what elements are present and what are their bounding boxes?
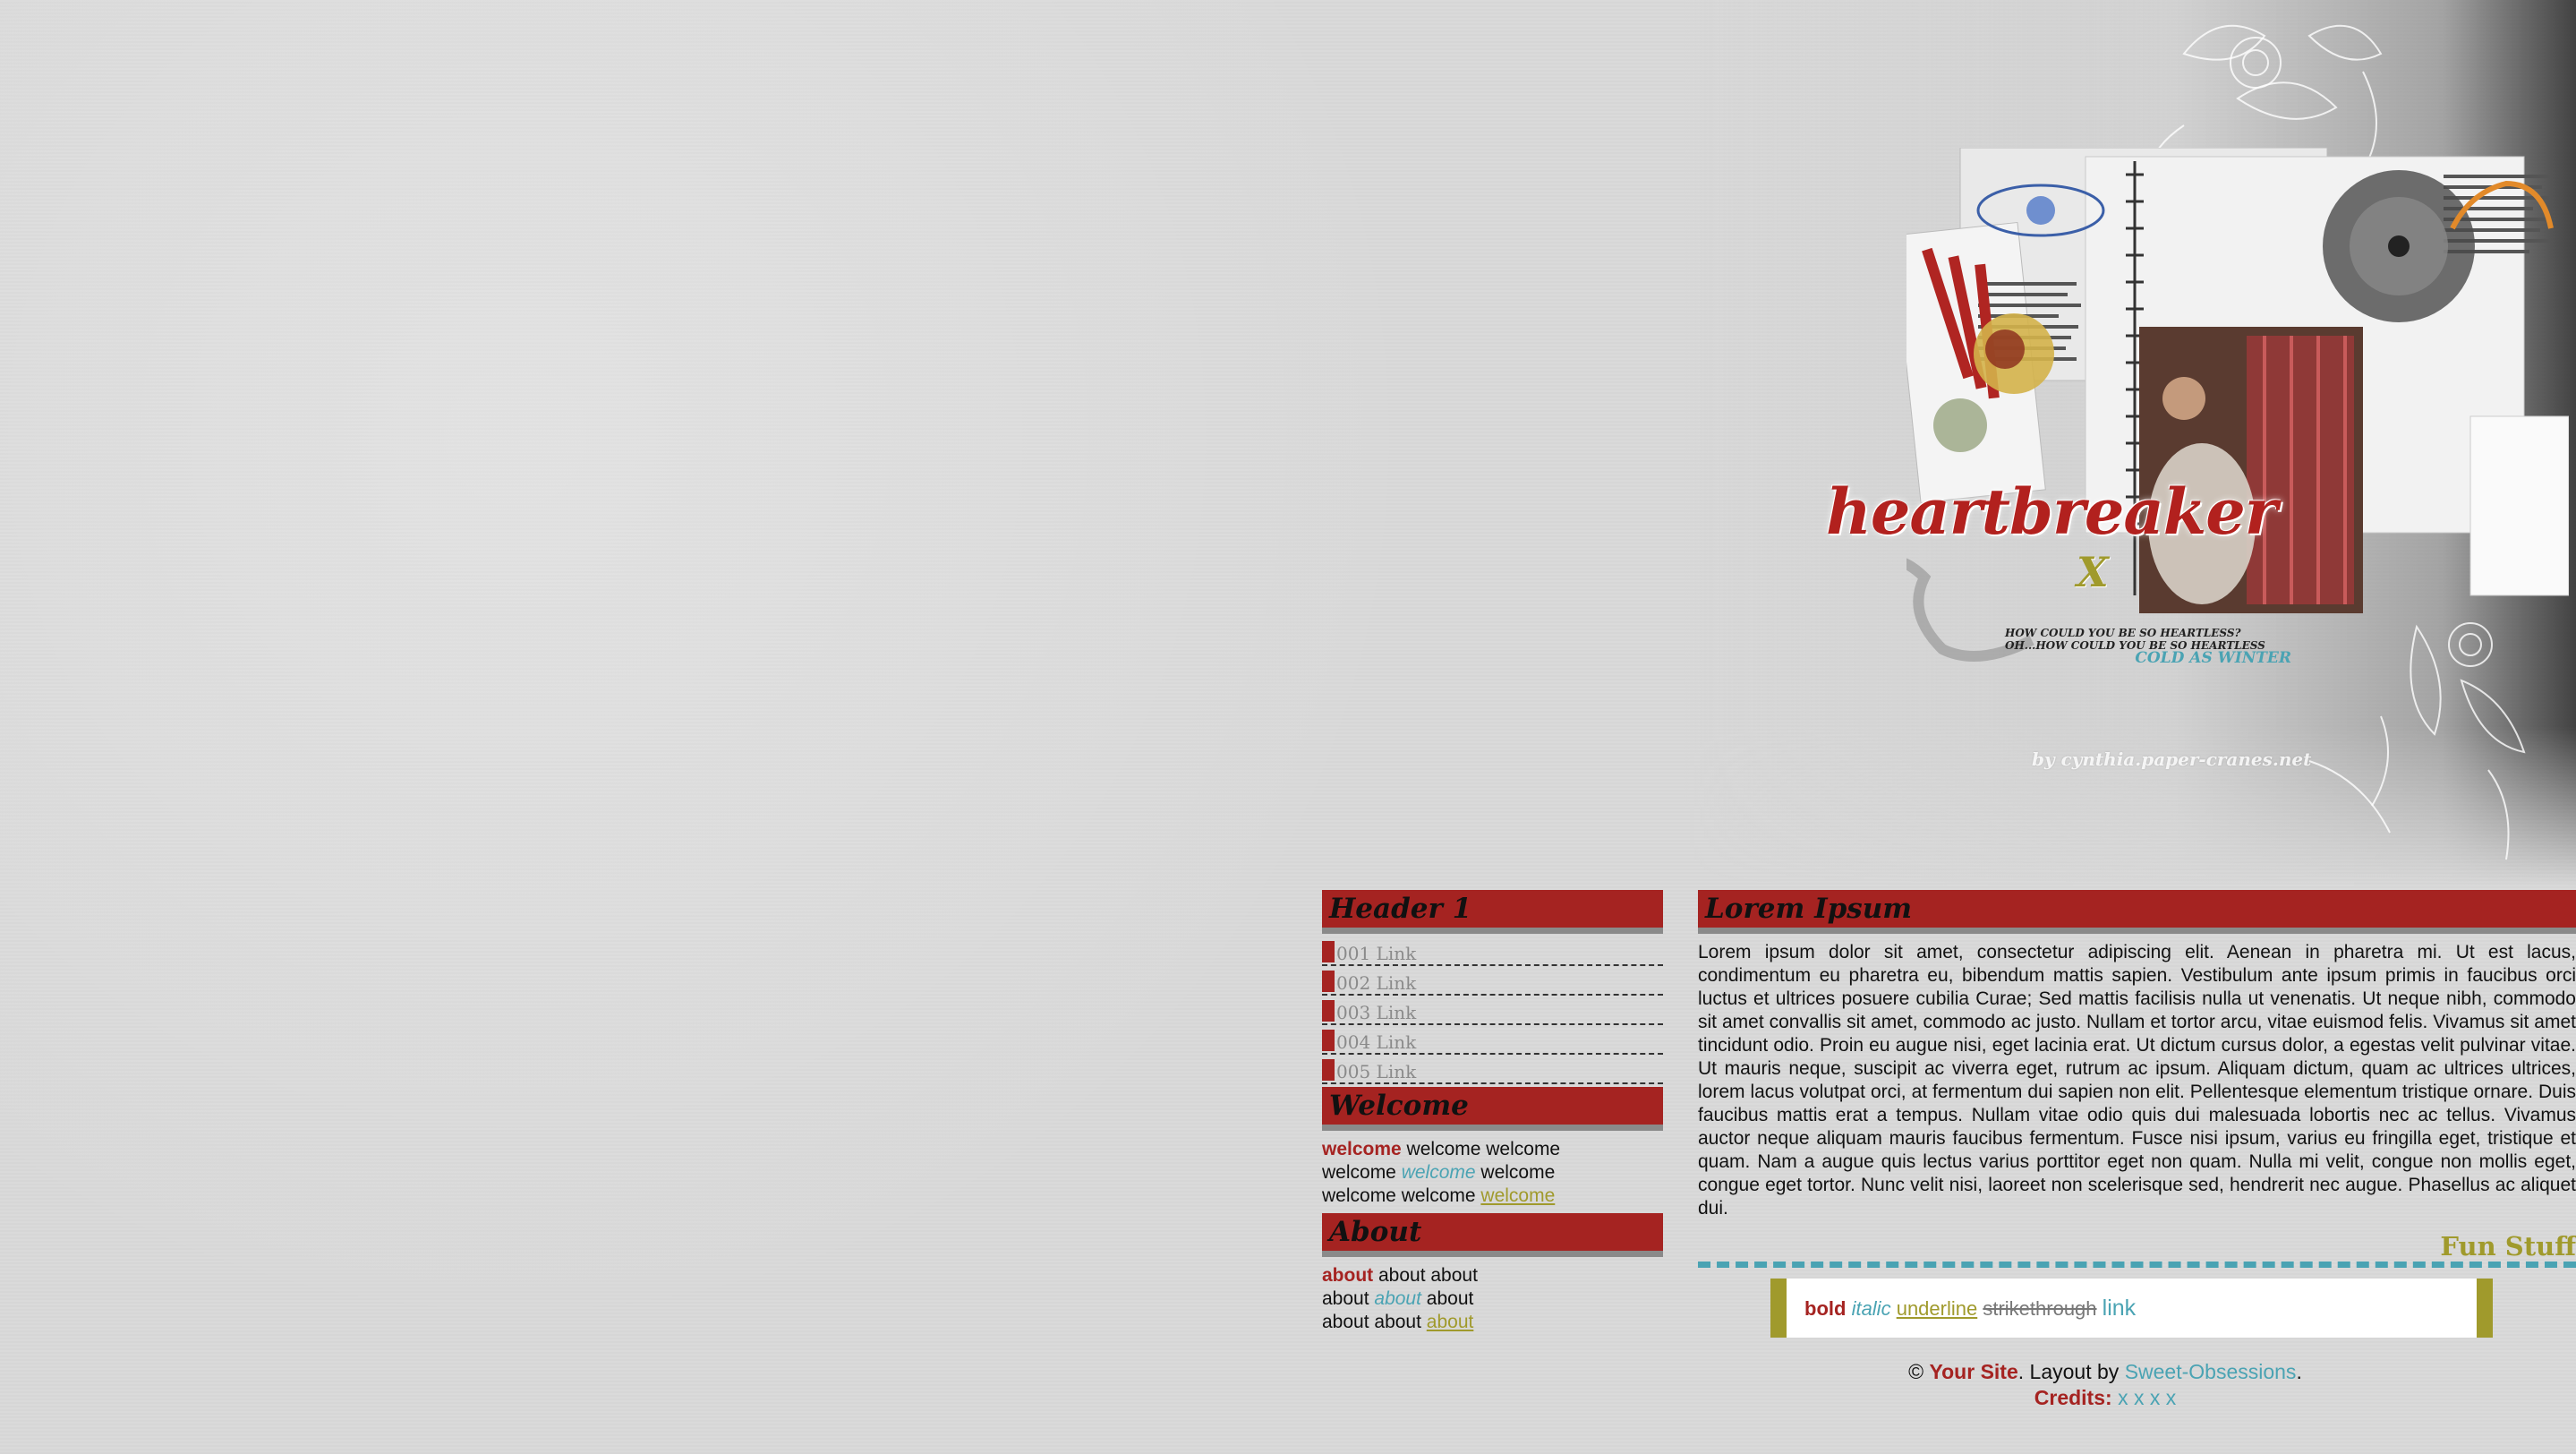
main-header: Lorem Ipsum: [1698, 890, 2576, 934]
about-bold: about: [1322, 1265, 1374, 1286]
welcome-bold: welcome: [1322, 1139, 1402, 1159]
welcome-italic: welcome: [1401, 1162, 1476, 1183]
credit-link-1[interactable]: x: [2118, 1386, 2128, 1409]
footer-copyright: ©: [1908, 1360, 1930, 1383]
about-italic: about: [1374, 1288, 1421, 1309]
banner-headline: heartbreaker: [1826, 475, 2278, 549]
about-text-3: about: [1420, 1288, 1474, 1309]
footer-period: .: [2296, 1360, 2302, 1383]
demo-underline: underline: [1896, 1297, 1978, 1320]
sidebar-item-004: 004 Link: [1322, 1028, 1663, 1055]
main-body-text: Lorem ipsum dolor sit amet, consectetur …: [1698, 942, 2576, 1219]
demo-link[interactable]: link: [2103, 1296, 2137, 1321]
fun-stuff-title: Fun Stuff: [2440, 1231, 2576, 1262]
main-content: Lorem Ipsum Lorem ipsum dolor sit amet, …: [1698, 890, 2576, 1409]
link-bullet: [1322, 941, 1335, 962]
welcome-text-3: welcome: [1475, 1162, 1556, 1183]
dashed-divider: [1698, 1262, 2576, 1268]
about-text: about about about about about about abou…: [1322, 1264, 1663, 1334]
sidebar: Header 1 001 Link 002 Link 003 Link 004 …: [1322, 890, 1663, 1339]
banner-headline-mark: X: [2077, 548, 2109, 596]
sidebar-link-005[interactable]: 005 Link: [1336, 1061, 1416, 1082]
footer-credits-label: Credits:: [2034, 1386, 2112, 1409]
footer-layout-prefix: . Layout by: [2017, 1360, 2125, 1383]
sidebar-header-about: About: [1322, 1213, 1663, 1257]
sidebar-item-001: 001 Link: [1322, 939, 1663, 966]
link-bullet: [1322, 1030, 1335, 1051]
banner-credit-watermark: by cynthia.paper-cranes.net: [2032, 748, 2312, 770]
demo-italic: italic: [1851, 1297, 1891, 1320]
style-demo-box: bold italic underline strikethrough link: [1770, 1279, 2493, 1338]
footer-site-link[interactable]: Your Site: [1930, 1360, 2018, 1383]
footer-layout-link[interactable]: Sweet-Obsessions: [2125, 1360, 2297, 1383]
link-bullet: [1322, 1059, 1335, 1081]
sidebar-item-005: 005 Link: [1322, 1057, 1663, 1084]
sidebar-item-003: 003 Link: [1322, 998, 1663, 1025]
about-text-4: about about: [1322, 1312, 1427, 1332]
sidebar-link-002[interactable]: 002 Link: [1336, 972, 1416, 994]
sidebar-header-welcome: Welcome: [1322, 1087, 1663, 1131]
tagline-line-3: COLD AS WINTER: [2135, 649, 2291, 667]
banner-tagline: HOW COULD YOU BE SO HEARTLESS? OH...HOW …: [2005, 627, 2327, 667]
credit-link-4[interactable]: x: [2166, 1386, 2177, 1409]
footer: © Your Site. Layout by Sweet-Obsessions.…: [1698, 1359, 2512, 1411]
about-text-1: about about: [1373, 1265, 1478, 1286]
sidebar-item-002: 002 Link: [1322, 969, 1663, 996]
welcome-text-2: welcome: [1322, 1162, 1402, 1183]
tagline-line-1: HOW COULD YOU BE SO HEARTLESS?: [2005, 627, 2241, 639]
about-underline: about: [1426, 1312, 1474, 1332]
sidebar-link-004[interactable]: 004 Link: [1336, 1031, 1416, 1053]
collage-artwork-icon: [1906, 148, 2569, 662]
sidebar-header-1: Header 1: [1322, 890, 1663, 934]
about-text-2: about: [1322, 1288, 1375, 1309]
demo-strikethrough: strikethrough: [1983, 1297, 2097, 1320]
welcome-underline: welcome: [1480, 1185, 1556, 1206]
link-bullet: [1322, 971, 1335, 992]
demo-bold: bold: [1804, 1297, 1847, 1320]
sidebar-link-list: 001 Link 002 Link 003 Link 004 Link 005 …: [1322, 939, 1663, 1084]
welcome-text-1: welcome welcome: [1401, 1139, 1561, 1159]
link-bullet: [1322, 1000, 1335, 1022]
header-banner: heartbreaker X HOW COULD YOU BE SO HEART…: [1683, 0, 2576, 886]
sidebar-link-003[interactable]: 003 Link: [1336, 1002, 1416, 1023]
credit-link-3[interactable]: x: [2150, 1386, 2161, 1409]
welcome-text-4: welcome welcome: [1322, 1185, 1481, 1206]
sidebar-link-001[interactable]: 001 Link: [1336, 943, 1416, 964]
credit-link-2[interactable]: x: [2134, 1386, 2145, 1409]
welcome-text: welcome welcome welcome welcome welcome …: [1322, 1138, 1663, 1208]
